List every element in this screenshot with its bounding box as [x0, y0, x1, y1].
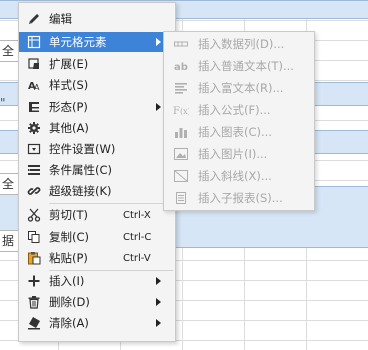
menu-item-label: 条件属性(C)	[49, 163, 113, 177]
menu-item-label: 控件设置(W)	[49, 142, 116, 156]
svg-text:ab: ab	[174, 62, 188, 72]
context-menu: 编辑 单元格元素 扩展(E) AA 样式(S) 形态(P) 其他(A) 控件设置…	[18, 2, 176, 342]
menu-item-copy[interactable]: 复制(C) Ctrl-C	[19, 227, 175, 247]
submenu-item-label: 插入斜线(X)...	[198, 169, 272, 183]
cell-element-icon	[19, 32, 49, 52]
submenu-item-label: 插入数据列(D)...	[198, 37, 285, 51]
submenu-item-insert-data-column[interactable]: 插入数据列(D)...	[164, 33, 314, 55]
sheet-cell-text: "	[0, 96, 6, 110]
sub-report-icon	[164, 187, 198, 209]
submenu-item-insert-image[interactable]: 插入图片(I)...	[164, 143, 314, 165]
submenu-item-insert-formula[interactable]: F(x) 插入公式(F)...	[164, 99, 314, 121]
eraser-icon	[19, 313, 49, 333]
menu-item-label: 编辑	[49, 12, 72, 26]
submenu-arrow-icon	[156, 103, 161, 111]
svg-text:A: A	[34, 83, 40, 92]
menu-item-label: 超级链接(K)	[49, 184, 112, 198]
menu-item-style[interactable]: AA 样式(S)	[19, 75, 175, 95]
scissors-icon	[19, 205, 49, 225]
shortcut-label: Ctrl-X	[123, 209, 151, 221]
gear-icon	[19, 118, 49, 138]
menu-item-cut[interactable]: 剪切(T) Ctrl-X	[19, 205, 175, 225]
menu-item-hyperlink[interactable]: 超级链接(K)	[19, 181, 175, 201]
submenu-item-insert-chart[interactable]: 插入图表(C)...	[164, 121, 314, 143]
menu-item-edit[interactable]: 编辑	[19, 9, 175, 29]
condition-icon	[19, 160, 49, 180]
menu-item-label: 复制(C)	[49, 230, 90, 244]
menu-item-insert[interactable]: 插入(I)	[19, 271, 175, 291]
shortcut-label: Ctrl-V	[123, 252, 151, 264]
paste-icon	[19, 248, 49, 268]
menu-item-paste[interactable]: 粘贴(P) Ctrl-V	[19, 248, 175, 268]
submenu-item-label: 插入普通文本(T)...	[198, 59, 294, 73]
menu-item-label: 粘贴(P)	[49, 251, 88, 265]
submenu-item-insert-slash[interactable]: 插入斜线(X)...	[164, 165, 314, 187]
data-column-icon	[164, 33, 198, 55]
submenu-item-label: 插入公式(F)...	[198, 103, 271, 117]
rich-text-icon	[164, 77, 198, 99]
chart-icon	[164, 121, 198, 143]
menu-item-label: 剪切(T)	[49, 208, 88, 222]
text-icon: ab	[164, 55, 198, 77]
menu-item-label: 其他(A)	[49, 121, 89, 135]
formula-icon: F(x)	[164, 99, 198, 121]
submenu-item-insert-rich-text[interactable]: 插入富文本(R)...	[164, 77, 314, 99]
menu-item-form[interactable]: 形态(P)	[19, 97, 175, 117]
submenu-arrow-icon	[156, 298, 161, 306]
expand-icon	[19, 54, 49, 74]
menu-item-clear[interactable]: 清除(A)	[19, 313, 175, 333]
menu-item-other[interactable]: 其他(A)	[19, 118, 175, 138]
menu-item-expand[interactable]: 扩展(E)	[19, 54, 175, 74]
menu-item-condition[interactable]: 条件属性(C)	[19, 160, 175, 180]
submenu-item-insert-sub-report[interactable]: 插入子报表(S)...	[164, 187, 314, 209]
style-icon: AA	[19, 75, 49, 95]
submenu-arrow-icon	[156, 38, 161, 46]
trash-icon	[19, 292, 49, 312]
submenu-item-label: 插入富文本(R)...	[198, 81, 284, 95]
submenu-item-label: 插入图表(C)...	[198, 125, 272, 139]
submenu-arrow-icon	[156, 277, 161, 285]
menu-item-label: 样式(S)	[49, 78, 89, 92]
widget-icon	[19, 139, 49, 159]
svg-text:(x): (x)	[180, 107, 189, 116]
image-icon	[164, 143, 198, 165]
submenu-item-label: 插入子报表(S)...	[198, 191, 283, 205]
menu-item-widget-settings[interactable]: 控件设置(W)	[19, 139, 175, 159]
slash-icon	[164, 165, 198, 187]
pencil-icon	[19, 9, 49, 29]
menu-item-cell-element[interactable]: 单元格元素	[19, 32, 175, 52]
svg-text:F: F	[173, 106, 180, 116]
menu-item-label: 扩展(E)	[49, 57, 89, 71]
shortcut-label: Ctrl-C	[123, 231, 152, 243]
plus-icon	[19, 271, 49, 291]
link-icon	[19, 181, 49, 201]
submenu-item-label: 插入图片(I)...	[198, 147, 268, 161]
copy-icon	[19, 227, 49, 247]
cell-element-submenu: 插入数据列(D)... ab 插入普通文本(T)... 插入富文本(R)... …	[163, 31, 315, 211]
menu-item-delete[interactable]: 删除(D)	[19, 292, 175, 312]
submenu-item-insert-text[interactable]: ab 插入普通文本(T)...	[164, 55, 314, 77]
submenu-arrow-icon	[156, 319, 161, 327]
menu-separator	[49, 203, 173, 204]
form-icon	[19, 97, 49, 117]
